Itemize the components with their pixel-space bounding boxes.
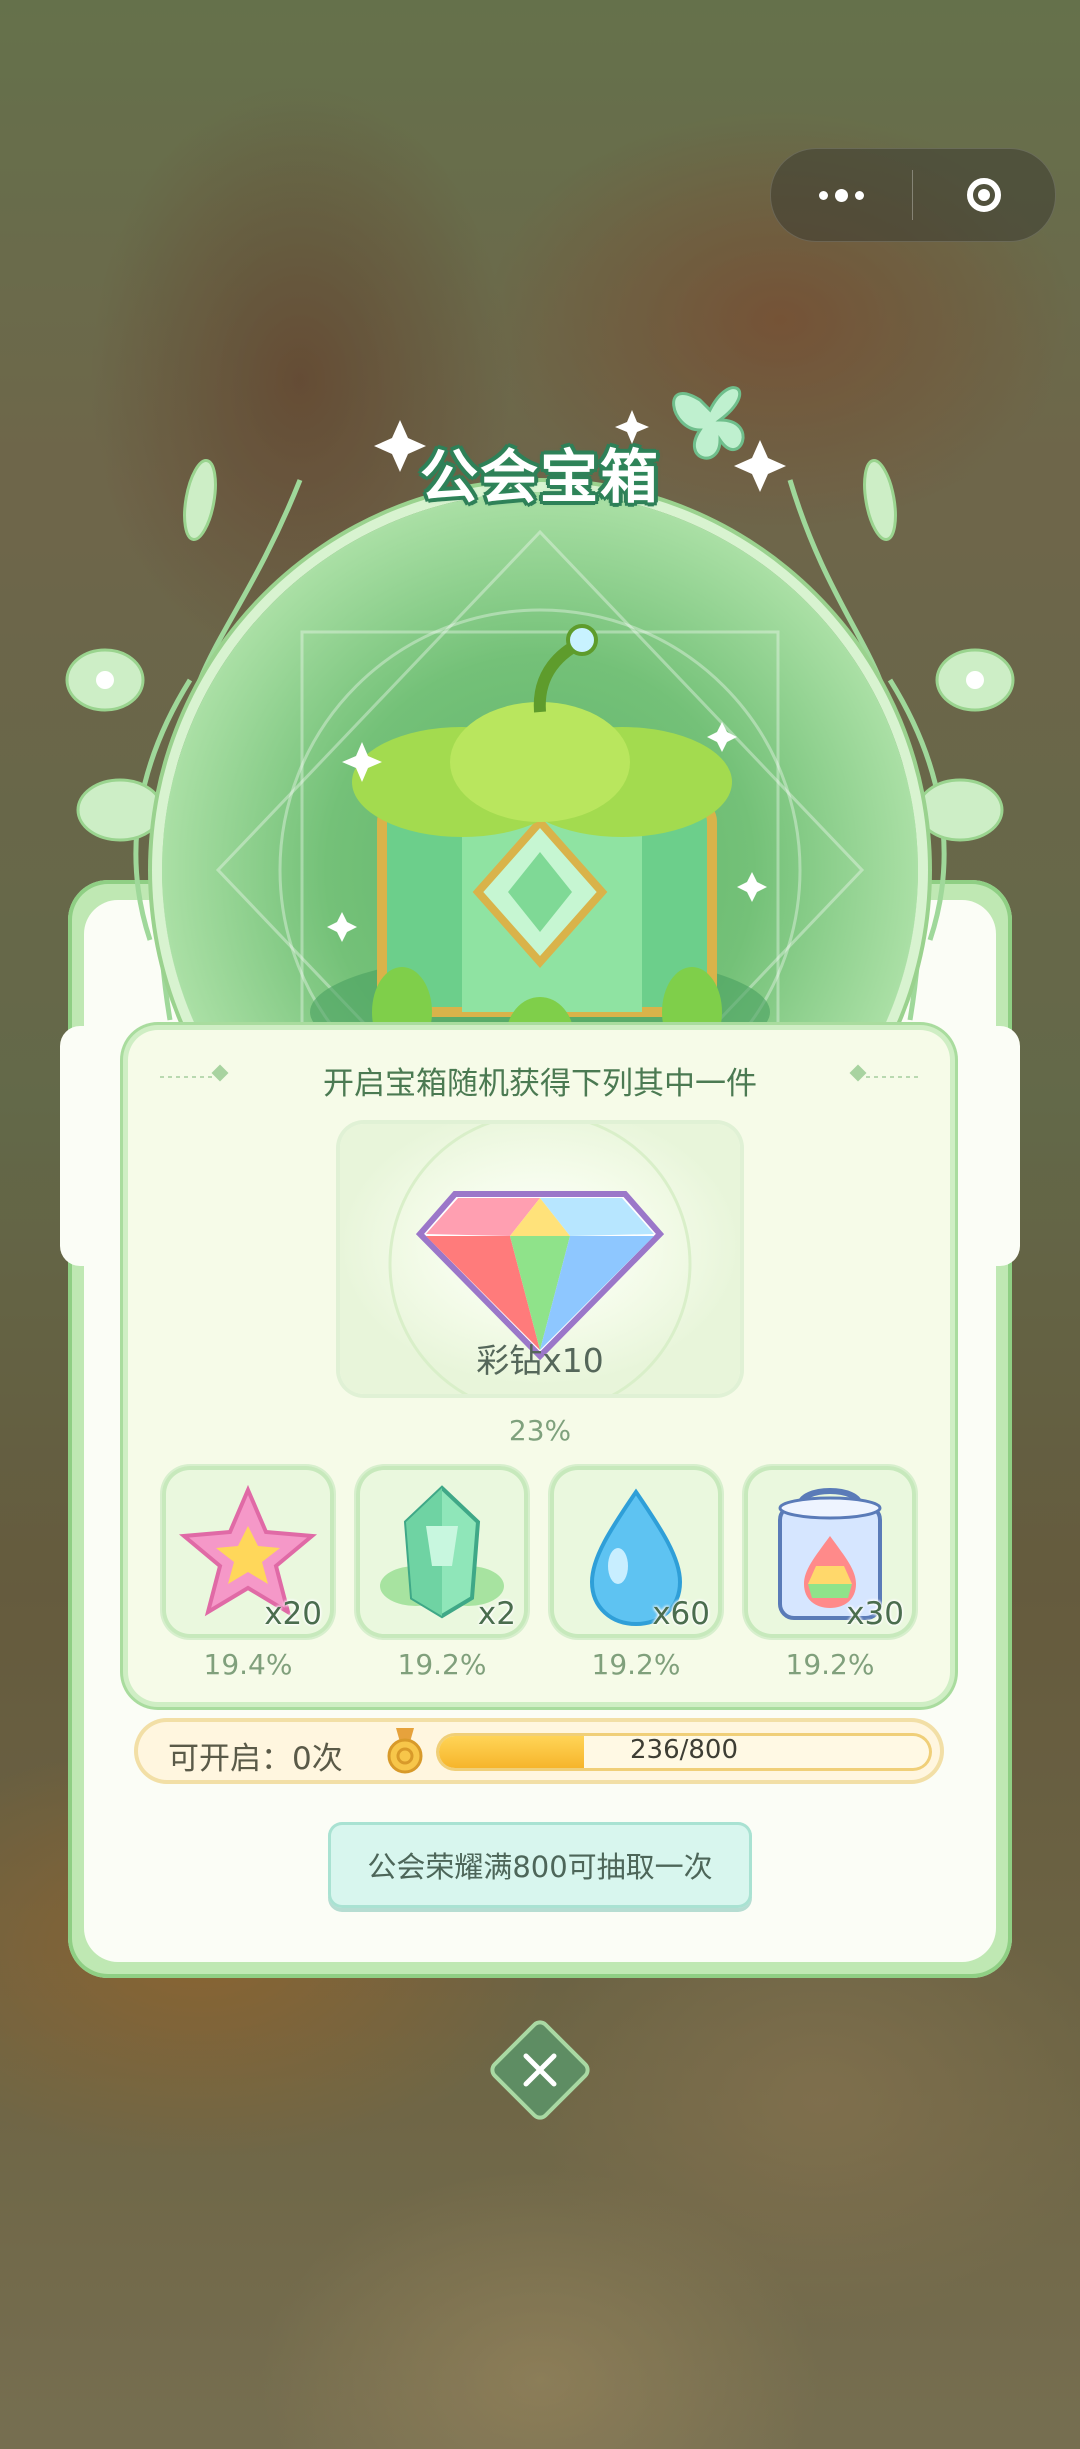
reward-item: x20 — [162, 1466, 334, 1638]
rainbow-diamond-icon — [415, 1191, 665, 1361]
open-count-label: 可开启：0次 — [168, 1741, 343, 1777]
rewards-subtitle: 开启宝箱随机获得下列其中一件 — [323, 1066, 757, 1102]
exit-button[interactable] — [913, 149, 1054, 241]
modal-title: 公会宝箱 — [419, 443, 660, 511]
reward-quantity: x20 — [264, 1596, 322, 1632]
reward-quantity: x2 — [477, 1596, 516, 1632]
target-circle-icon — [966, 178, 1001, 212]
reward-item: x2 — [356, 1466, 528, 1638]
main-prize-name: 彩钻x10 — [476, 1341, 604, 1380]
medal-icon — [387, 1728, 423, 1774]
reward-probability: 19.2% — [785, 1648, 875, 1681]
more-button[interactable] — [771, 149, 912, 241]
reward-quantity: x30 — [846, 1596, 904, 1632]
main-prize-probability: 23% — [508, 1414, 572, 1447]
reward-item: x30 — [744, 1466, 916, 1638]
reward-item: x60 — [550, 1466, 722, 1638]
modal-title-wrap: 公会宝箱 — [0, 430, 1080, 514]
reward-probability: 19.4% — [203, 1648, 293, 1681]
mini-program-capsule — [770, 148, 1056, 242]
close-icon[interactable] — [506, 2036, 574, 2104]
reward-quantity: x60 — [652, 1596, 710, 1632]
reward-probability: 19.2% — [591, 1648, 681, 1681]
more-dots-icon — [819, 188, 864, 202]
reward-probability: 19.2% — [397, 1648, 487, 1681]
progress-text: 236/800 — [629, 1735, 738, 1765]
draw-chest-button[interactable]: 公会荣耀满800可抽取一次 — [328, 1822, 752, 1908]
